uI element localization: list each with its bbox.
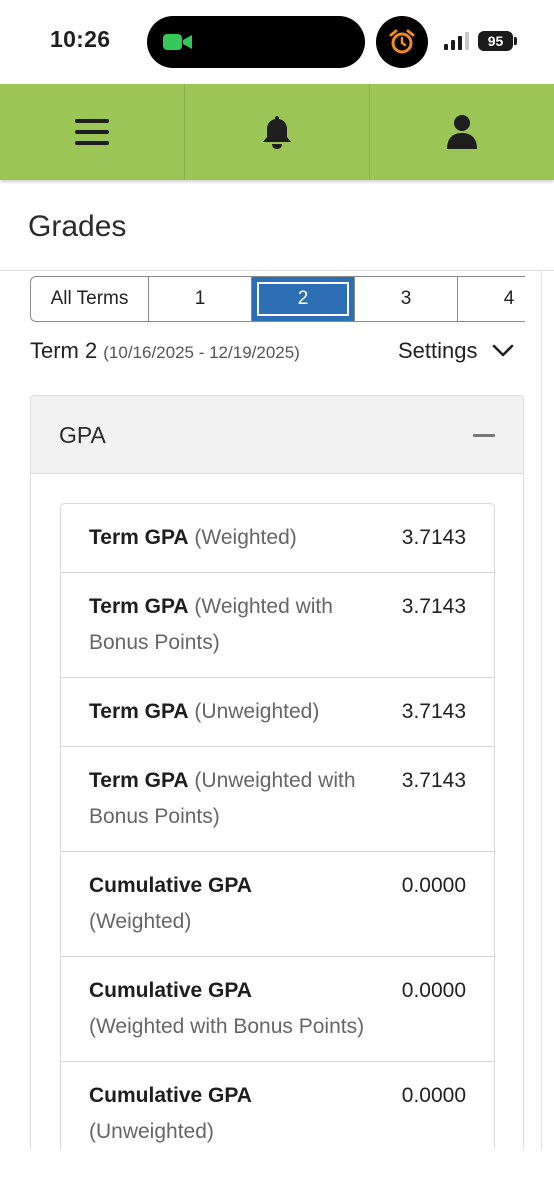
gpa-value: 3.7143	[401, 769, 466, 792]
app-bar	[0, 84, 554, 180]
gpa-row: Cumulative GPA (Weighted with Bonus Point…	[61, 957, 494, 1062]
tab-term-3[interactable]: 3	[355, 277, 458, 321]
collapse-icon[interactable]	[473, 434, 495, 437]
tab-all-terms[interactable]: All Terms	[31, 277, 149, 321]
gpa-qualifier: (Unweighted)	[194, 700, 320, 723]
alarm-clock-icon	[389, 29, 415, 54]
status-time: 10:26	[50, 26, 111, 52]
term-heading: Term 2 (10/16/2025 - 12/19/2025)	[30, 338, 300, 364]
gpa-value: 0.0000	[401, 874, 466, 897]
cellular-signal-icon	[444, 32, 469, 50]
gpa-type: Cumulative GPA	[89, 1084, 252, 1107]
battery-icon: 95	[478, 31, 513, 51]
gpa-value: 3.7143	[401, 526, 466, 549]
gpa-value: 3.7143	[401, 700, 466, 723]
gpa-row-label: Cumulative GPA (Weighted)	[89, 868, 379, 940]
title-divider	[0, 270, 554, 271]
gpa-value: 0.0000	[401, 979, 466, 1002]
user-icon	[447, 115, 477, 149]
gpa-type: Term GPA	[89, 769, 189, 792]
gpa-type: Cumulative GPA	[89, 979, 252, 1002]
tab-term-2[interactable]: 2	[252, 277, 355, 321]
gpa-row-label: Cumulative GPA (Unweighted)	[89, 1078, 379, 1150]
gpa-type: Cumulative GPA	[89, 874, 252, 897]
gpa-row: Term GPA (Weighted with Bonus Points) 3.…	[61, 573, 494, 678]
chevron-down-icon	[492, 344, 513, 357]
gpa-row-label: Term GPA (Unweighted with Bonus Points)	[89, 763, 379, 835]
facetime-camera-icon	[163, 34, 192, 50]
tab-term-2-label: 2	[257, 282, 349, 316]
gpa-qualifier: (Weighted with Bonus Points)	[89, 1015, 365, 1038]
notifications-button[interactable]	[185, 84, 370, 180]
gpa-qualifier: (Unweighted)	[89, 1120, 214, 1143]
gpa-qualifier: (Weighted)	[194, 526, 297, 549]
term-tabs: All Terms 1 2 3 4	[30, 276, 525, 322]
gpa-row: Term GPA (Weighted) 3.7143	[61, 504, 494, 573]
tab-term-1[interactable]: 1	[149, 277, 252, 321]
gpa-row: Term GPA (Unweighted) 3.7143	[61, 678, 494, 747]
gpa-row-label: Term GPA (Weighted with Bonus Points)	[89, 589, 379, 661]
bottom-edge	[0, 1150, 554, 1200]
gpa-row: Cumulative GPA (Weighted) 0.0000	[61, 852, 494, 957]
page-title: Grades	[28, 210, 127, 243]
gpa-table: Term GPA (Weighted) 3.7143 Term GPA (Wei…	[60, 503, 495, 1167]
tab-term-4[interactable]: 4	[458, 277, 525, 321]
status-bar: 10:26 95	[0, 0, 554, 84]
gpa-row-label: Term GPA (Weighted)	[89, 520, 379, 556]
alarm-indicator[interactable]	[376, 16, 428, 68]
menu-button[interactable]	[0, 84, 185, 180]
gpa-type: Term GPA	[89, 595, 189, 618]
gpa-type: Term GPA	[89, 526, 189, 549]
dynamic-island[interactable]	[147, 16, 365, 68]
term-dates: (10/16/2025 - 12/19/2025)	[103, 343, 300, 362]
term-label: Term 2	[30, 338, 98, 363]
gpa-row-label: Cumulative GPA (Weighted with Bonus Point…	[89, 973, 379, 1045]
gpa-value: 3.7143	[401, 595, 466, 618]
content-border	[541, 270, 542, 1150]
gpa-panel-header[interactable]: GPA	[31, 396, 523, 474]
bell-icon	[263, 116, 291, 149]
hamburger-menu-icon	[75, 119, 109, 145]
gpa-panel: GPA Term GPA (Weighted) 3.7143 Term GPA …	[30, 395, 524, 1195]
gpa-type: Term GPA	[89, 700, 189, 723]
gpa-qualifier: (Weighted)	[89, 910, 192, 933]
gpa-row: Term GPA (Unweighted with Bonus Points) …	[61, 747, 494, 852]
gpa-panel-title: GPA	[59, 422, 106, 448]
settings-label: Settings	[398, 338, 478, 363]
battery-tip	[514, 37, 517, 45]
gpa-value: 0.0000	[401, 1084, 466, 1107]
settings-dropdown[interactable]: Settings	[398, 338, 514, 364]
gpa-row-label: Term GPA (Unweighted)	[89, 694, 379, 730]
profile-button[interactable]	[370, 84, 554, 180]
